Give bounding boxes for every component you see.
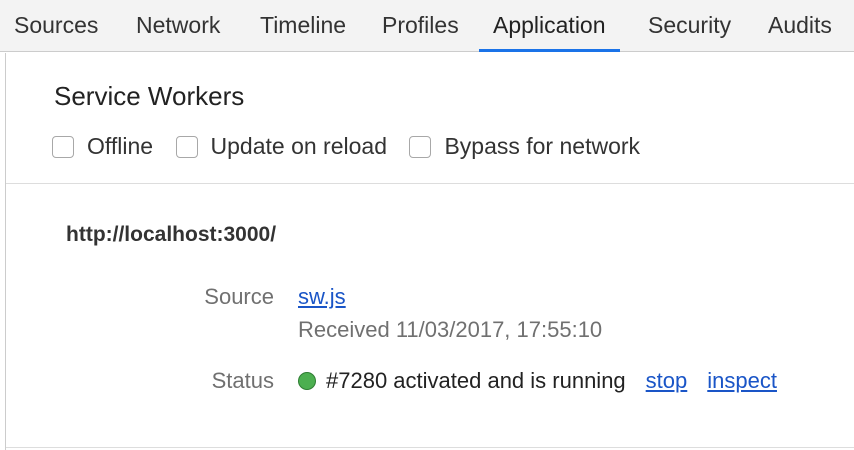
tab-application[interactable]: Application (479, 0, 620, 52)
update-on-reload-checkbox[interactable] (175, 135, 198, 158)
source-label: Source (204, 284, 274, 309)
status-running-indicator-icon (298, 372, 316, 390)
inspect-link[interactable]: inspect (707, 368, 777, 394)
update-on-reload-option[interactable]: Update on reload (175, 133, 387, 160)
bypass-for-network-label: Bypass for network (444, 133, 641, 159)
tab-network[interactable]: Network (122, 0, 234, 52)
tab-security[interactable]: Security (634, 0, 745, 52)
status-label: Status (211, 368, 274, 393)
offline-checkbox[interactable] (52, 135, 74, 158)
update-on-reload-label: Update on reload (210, 133, 387, 159)
offline-option[interactable]: Offline (52, 133, 153, 160)
received-timestamp: Received 11/03/2017, 17:55:10 (298, 317, 603, 342)
tab-profiles[interactable]: Profiles (368, 0, 473, 52)
tab-audits[interactable]: Audits (754, 0, 846, 52)
devtools-tab-bar: Sources Network Timeline Profiles Applic… (0, 0, 854, 52)
tab-sources[interactable]: Sources (0, 0, 112, 52)
source-file-link[interactable]: sw.js (298, 284, 346, 310)
status-text: #7280 activated and is running (326, 368, 626, 393)
service-workers-panel: Service Workers Offline Update on reload… (6, 53, 854, 450)
worker-bottom-divider (6, 447, 854, 448)
service-worker-options: Offline Update on reload Bypass for netw… (52, 133, 658, 163)
bypass-for-network-option[interactable]: Bypass for network (409, 133, 640, 160)
worker-scope-url: http://localhost:3000/ (66, 223, 277, 246)
tab-timeline[interactable]: Timeline (246, 0, 360, 52)
status-line: #7280 activated and is running stop insp… (298, 368, 797, 394)
section-divider (6, 183, 854, 184)
section-title: Service Workers (54, 81, 245, 111)
stop-link[interactable]: stop (646, 368, 688, 394)
offline-label: Offline (87, 133, 154, 159)
bypass-for-network-checkbox[interactable] (409, 135, 432, 158)
